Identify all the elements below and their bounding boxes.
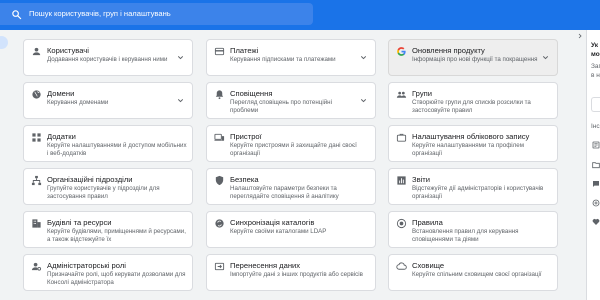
chevron-right-icon[interactable] <box>576 32 584 40</box>
top-bar: Пошук користувачів, груп і налаштувань <box>0 0 600 30</box>
card-description: Керування доменами <box>47 99 109 106</box>
card-devices[interactable]: Пристрої Керуйте пристроями й захищайте … <box>206 125 376 162</box>
side-panel-button[interactable] <box>591 97 600 112</box>
bell-icon <box>215 90 224 100</box>
article-icon[interactable] <box>592 141 600 149</box>
card-rules[interactable]: Правила Встановлення правил для керуванн… <box>388 211 558 248</box>
shield-icon <box>215 175 224 186</box>
card-title: Синхронізація каталогів <box>230 218 315 227</box>
card-description: Керуйте пристроями й захищайте дані своє… <box>230 142 357 157</box>
card-billing[interactable]: Платежі Керування підписками та платежам… <box>206 39 376 76</box>
card-description: Призначайте ролі, щоб керувати дозволами… <box>47 271 186 286</box>
chevron-down-icon[interactable] <box>541 53 550 62</box>
card-description: Групуйте користувачів у підрозділи для з… <box>47 185 160 200</box>
card-title: Перенесення даних <box>230 261 301 270</box>
card-description: Керуйте спільним сховищем своєї організа… <box>412 271 542 278</box>
card-title: Налаштування облікового запису <box>412 132 530 141</box>
chevron-down-icon[interactable] <box>176 96 185 105</box>
side-panel-heading: Ук <box>591 42 599 49</box>
card-description: Відстежуйте дії адміністраторів і корист… <box>412 185 544 200</box>
chat-icon[interactable] <box>592 180 600 188</box>
card-buildings[interactable]: Будівлі та ресурси Керуйте будівлями, пр… <box>23 211 193 248</box>
building-icon <box>32 219 41 228</box>
search-box[interactable]: Пошук користувачів, груп і налаштувань <box>0 3 313 25</box>
card-users[interactable]: Користувачі Додавання користувачів і кер… <box>23 39 193 76</box>
card-notifications[interactable]: Сповіщення Перегляд сповіщень про потенц… <box>206 82 376 119</box>
chevron-down-icon[interactable] <box>176 53 185 62</box>
migration-icon <box>214 262 225 271</box>
google-logo-icon <box>397 47 406 56</box>
apps-grid-icon <box>32 133 41 142</box>
org-chart-icon <box>31 175 42 186</box>
sync-icon <box>215 219 224 228</box>
card-title: Сповіщення <box>230 89 273 98</box>
card-title: Організаційні підрозділи <box>47 175 133 184</box>
add-circle-icon[interactable] <box>592 199 600 207</box>
card-description: Встановлення правил для керування сповіщ… <box>412 228 519 243</box>
chevron-down-icon[interactable] <box>359 53 368 62</box>
card-title: Правила <box>412 218 443 227</box>
admin-person-icon <box>31 262 42 271</box>
card-title: Групи <box>412 89 432 98</box>
folder-icon[interactable] <box>592 161 600 169</box>
rule-icon <box>396 218 407 229</box>
card-title: Звіти <box>412 175 431 184</box>
heart-icon[interactable] <box>592 218 600 226</box>
card-title: Сховище <box>412 261 445 270</box>
credit-card-icon <box>214 47 225 56</box>
card-title: Пристрої <box>230 132 262 141</box>
search-input[interactable]: Пошук користувачів, груп і налаштувань <box>29 9 171 19</box>
card-org-units[interactable]: Організаційні підрозділи Групуйте корист… <box>23 168 193 205</box>
card-title: Безпека <box>230 175 259 184</box>
devices-icon <box>214 133 225 141</box>
card-groups[interactable]: Групи Створюйте групи для списків розсил… <box>388 82 558 119</box>
card-title: Платежі <box>230 46 259 55</box>
card-directory-sync[interactable]: Синхронізація каталогів Керуйте своїми к… <box>206 211 376 248</box>
card-description: Налаштовуйте параметри безпеки та перегл… <box>230 185 339 200</box>
card-description: Керуйте своїми каталогами LDAP <box>230 228 327 235</box>
cloud-icon <box>396 262 407 270</box>
card-description: Перегляд сповіщень про потенційні пробле… <box>230 99 332 114</box>
card-title: Додатки <box>47 132 76 141</box>
bar-chart-icon <box>397 176 406 185</box>
card-title: Будівлі та ресурси <box>47 218 112 227</box>
side-panel-text: в н <box>591 72 600 79</box>
card-description: Керування підписками та платежами <box>230 56 336 63</box>
side-rail-indicator <box>0 36 8 49</box>
card-title: Домени <box>47 89 75 98</box>
card-title: Адміністраторські ролі <box>47 261 126 270</box>
card-domains[interactable]: Домени Керування доменами <box>23 82 193 119</box>
side-panel-section-label: Інс <box>591 123 600 130</box>
card-product-updates[interactable]: Оновлення продукту Інформація про нові ф… <box>388 39 558 76</box>
card-description: Додавання користувачів і керування ними <box>47 56 168 63</box>
chevron-down-icon[interactable] <box>359 96 368 105</box>
side-panel-text: Заг <box>591 63 600 70</box>
card-storage[interactable]: Сховище Керуйте спільним сховищем своєї … <box>388 254 558 291</box>
card-title: Оновлення продукту <box>412 46 485 55</box>
person-icon <box>32 47 41 56</box>
card-description: Керуйте налаштуваннями та профілем орган… <box>412 142 524 157</box>
card-description: Керуйте будівлями, приміщеннями й ресурс… <box>47 228 186 243</box>
side-panel-heading: мо <box>591 51 600 58</box>
card-description: Інформація про нові функції та покращенн… <box>412 56 538 63</box>
globe-icon <box>32 90 41 99</box>
card-description: Імпортуйте дані з інших продуктів або се… <box>230 271 363 278</box>
card-account-settings[interactable]: Налаштування облікового запису Керуйте н… <box>388 125 558 162</box>
search-icon <box>12 10 22 20</box>
card-reports[interactable]: Звіти Відстежуйте дії адміністраторів і … <box>388 168 558 205</box>
card-description: Керуйте налаштуваннями й доступом мобіль… <box>47 142 187 157</box>
briefcase-icon <box>396 133 407 142</box>
card-apps[interactable]: Додатки Керуйте налаштуваннями й доступо… <box>23 125 193 162</box>
groups-icon <box>396 91 407 98</box>
card-title: Користувачі <box>47 46 89 55</box>
card-description: Створюйте групи для списків розсилки та … <box>412 99 531 114</box>
card-security[interactable]: Безпека Налаштовуйте параметри безпеки т… <box>206 168 376 205</box>
card-admin-roles[interactable]: Адміністраторські ролі Призначайте ролі,… <box>23 254 193 291</box>
card-data-migration[interactable]: Перенесення даних Імпортуйте дані з інши… <box>206 254 376 291</box>
